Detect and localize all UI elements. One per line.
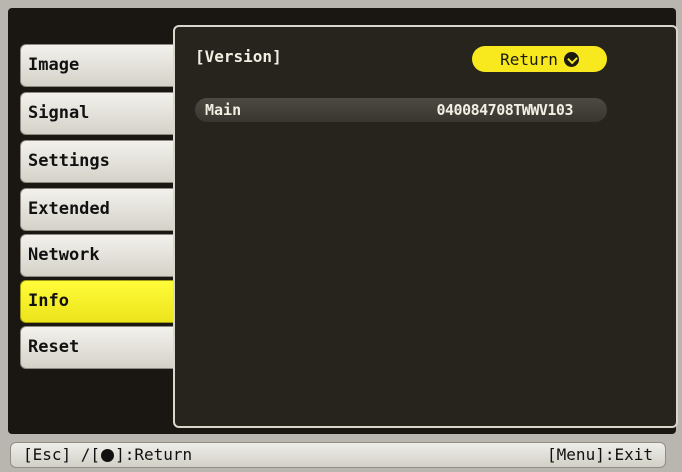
sidebar-item-reset[interactable]: Reset xyxy=(20,326,186,369)
sidebar-item-label: Image xyxy=(28,55,80,75)
enter-icon xyxy=(101,448,115,462)
footer-exit-hint: [Menu]:Exit xyxy=(547,445,653,464)
sidebar-item-label: Settings xyxy=(28,151,110,171)
footer-help-bar: [Esc] /[ ]:Return [Menu]:Exit xyxy=(10,442,666,468)
panel-title: [Version] xyxy=(195,47,282,66)
info-panel: [Version] Return Main 040084708TWWV103 xyxy=(173,25,678,428)
version-row-value: 040084708TWWV103 xyxy=(436,101,574,119)
sidebar-item-network[interactable]: Network xyxy=(20,234,186,277)
footer-return-suffix: ]:Return xyxy=(115,445,193,464)
sidebar-item-label: Extended xyxy=(28,199,110,219)
sidebar-item-signal[interactable]: Signal xyxy=(20,92,186,135)
sidebar-item-image[interactable]: Image xyxy=(20,44,186,87)
return-button[interactable]: Return xyxy=(472,46,607,72)
sidebar-item-label: Reset xyxy=(28,337,80,357)
projector-screen: Image Signal Settings Extended Network I… xyxy=(8,8,678,434)
footer-return-hint: [Esc] /[ ]:Return xyxy=(23,443,192,467)
version-row-label: Main xyxy=(205,101,242,119)
sidebar-item-label: Info xyxy=(28,291,69,311)
footer-return-prefix: [Esc] /[ xyxy=(23,445,101,464)
sidebar-item-label: Signal xyxy=(28,103,90,123)
sidebar-item-label: Network xyxy=(28,245,100,265)
sidebar-item-extended[interactable]: Extended xyxy=(20,188,186,231)
enter-icon xyxy=(563,51,579,67)
return-label: Return xyxy=(500,49,558,69)
sidebar-item-settings[interactable]: Settings xyxy=(20,140,186,183)
sidebar-item-info[interactable]: Info xyxy=(20,280,186,323)
version-row-main: Main 040084708TWWV103 xyxy=(195,98,607,122)
